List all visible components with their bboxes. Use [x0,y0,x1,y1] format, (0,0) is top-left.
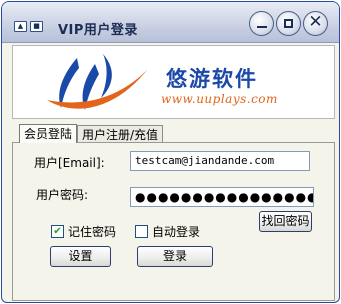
tab-strip: 会员登陆 用户注册/充值 [19,124,164,143]
login-button[interactable]: 登录 [137,246,213,267]
checkbox-unchecked-icon [135,225,148,238]
close-icon: ✕ [308,12,323,32]
remember-password-label: 记住密码 [68,225,117,239]
tab-member-login[interactable]: 会员登陆 [19,124,78,143]
tab-register-recharge[interactable]: 用户注册/充值 [77,125,164,143]
minimize-button[interactable] [249,11,274,36]
auto-login-checkbox[interactable]: 自动登录 [135,223,200,240]
brand-name: 悠游软件 [166,67,258,91]
minimize-icon [256,25,267,28]
brand-url: www.uuplays.com [161,92,278,106]
auto-login-label: 自动登录 [152,225,201,239]
title-bar-system-buttons: ▲ ■ [14,21,43,32]
system-menu-icon[interactable]: ▲ [14,21,27,32]
close-button[interactable]: ✕ [303,11,328,36]
brand-logo-icon [47,54,147,110]
password-field[interactable]: ●●●●●●●●●●●●●●●●●● [130,187,314,207]
password-label: 用户密码: [36,188,89,202]
pin-icon[interactable]: ■ [30,21,43,32]
remember-password-checkbox[interactable]: ✔ 记住密码 [51,223,116,240]
user-email-label: 用户[Email]: [34,156,105,170]
title-bar[interactable]: ▲ ■ VIP用户登录 ✕ [2,2,339,43]
user-email-field[interactable]: testcam@jiandande.com [130,151,310,171]
find-password-button[interactable]: 找回密码 [259,211,312,232]
login-panel: 用户[Email]: testcam@jiandande.com 用户密码: ●… [12,142,335,301]
window-title: VIP用户登录 [58,23,138,38]
checkbox-checked-icon: ✔ [51,225,64,238]
login-window: ▲ ■ VIP用户登录 ✕ 悠游软件 www.uuplays.com 会员登陆 … [1,1,340,303]
maximize-icon [284,19,293,28]
maximize-button[interactable] [276,11,301,36]
settings-button[interactable]: 设置 [50,246,111,267]
brand-banner: 悠游软件 www.uuplays.com [12,45,335,119]
